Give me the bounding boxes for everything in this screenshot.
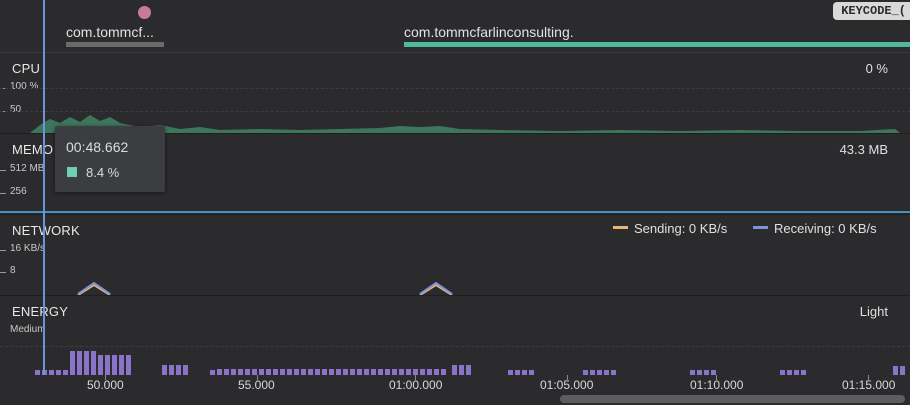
- legend-sending-label: Sending: 0 KB/s: [634, 221, 728, 236]
- touch-event-marker[interactable]: [138, 6, 151, 19]
- activity-timeline[interactable]: com.tommcf... com.tommcfarlinconsulting.…: [0, 0, 910, 53]
- time-label-50: 50.000: [87, 378, 124, 392]
- tooltip-value: 8.4 %: [86, 165, 120, 180]
- memory-tick-dash-256: [0, 193, 6, 194]
- memory-tick-dash-512: [0, 170, 6, 171]
- memory-tick-256: 256: [10, 186, 27, 197]
- energy-row[interactable]: ENERGY Light Medium: [0, 296, 910, 375]
- memory-usage-line: [0, 211, 910, 213]
- activity-label-short[interactable]: com.tommcf...: [66, 24, 154, 40]
- time-label-110: 01:10.000: [690, 378, 744, 392]
- tooltip-time: 00:48.662: [66, 139, 129, 155]
- memory-title: MEMO: [12, 142, 54, 157]
- sending-swatch: [613, 226, 628, 230]
- time-label-115: 01:15.000: [842, 378, 896, 392]
- legend-receiving: Receiving: 0 KB/s: [753, 221, 877, 236]
- activity-bar-long[interactable]: [404, 42, 910, 47]
- activity-label-long[interactable]: com.tommcfarlinconsulting.: [404, 24, 574, 40]
- memory-tick-512: 512 MB: [10, 163, 45, 174]
- time-label-55: 55.000: [238, 378, 275, 392]
- activity-bar-short[interactable]: [66, 42, 164, 47]
- energy-usage-chart: [35, 351, 905, 375]
- receiving-swatch: [753, 226, 768, 230]
- cpu-tooltip: 00:48.662 8.4 %: [55, 126, 165, 192]
- cpu-row[interactable]: CPU 0 % 100 % 50: [0, 53, 910, 134]
- time-label-100: 01:00.000: [389, 378, 443, 392]
- cpu-usage-chart: [0, 115, 900, 133]
- legend-sending: Sending: 0 KB/s: [613, 221, 727, 236]
- scrollbar-thumb[interactable]: [560, 395, 905, 403]
- timeline-cursor[interactable]: [43, 0, 45, 375]
- legend-receiving-label: Receiving: 0 KB/s: [774, 221, 877, 236]
- memory-value: 43.3 MB: [839, 142, 888, 157]
- keycode-event-badge[interactable]: KEYCODE_(: [833, 2, 910, 20]
- tooltip-swatch: [67, 167, 77, 177]
- time-label-105: 01:05.000: [540, 378, 594, 392]
